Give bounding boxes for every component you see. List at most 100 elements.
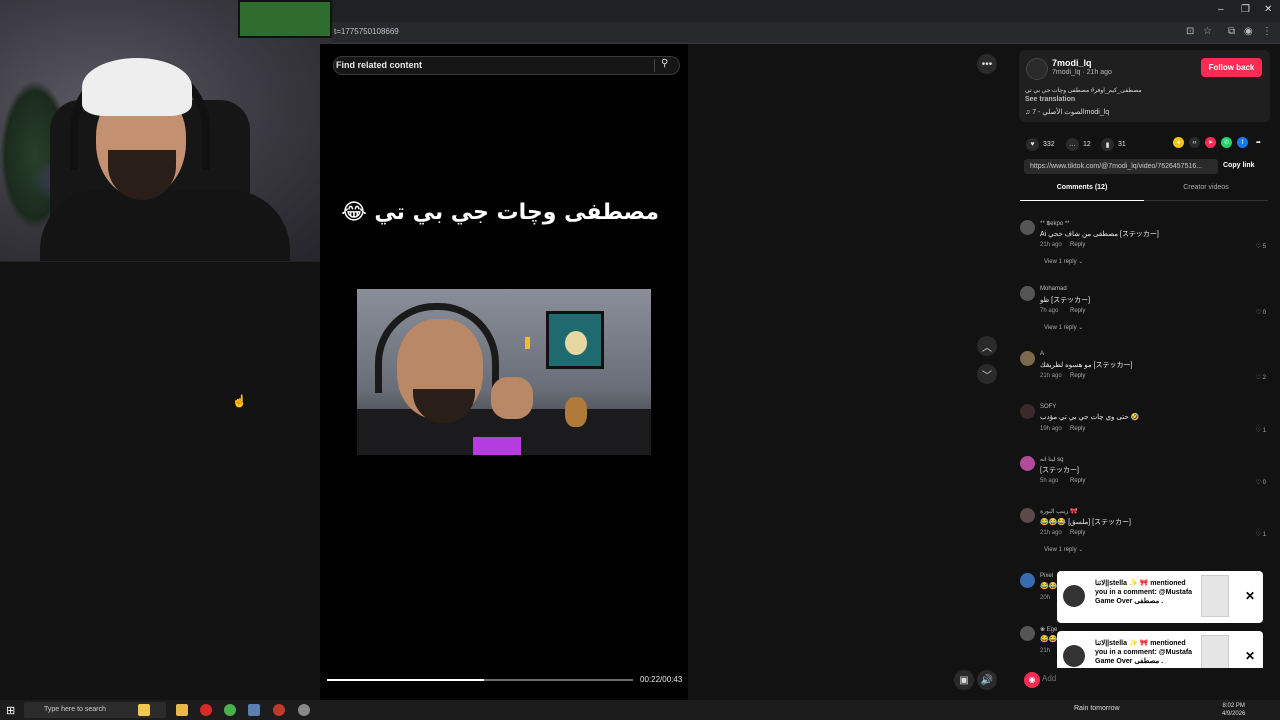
commenter-name[interactable]: SOFY [1040, 404, 1056, 410]
more-options-button[interactable]: ••• [977, 54, 997, 74]
comment-stat[interactable]: … 12 [1066, 138, 1091, 151]
minimize-button[interactable]: – [1218, 4, 1224, 15]
commenter-avatar[interactable] [1020, 351, 1035, 366]
commenter-name[interactable]: ❀ Ege [1040, 626, 1057, 633]
search-placeholder[interactable]: Find related content [336, 60, 422, 70]
comment-like-count: 0 [1262, 480, 1266, 486]
file-explorer-icon[interactable] [176, 704, 188, 716]
bookmark-star-icon[interactable]: ☆ [1203, 26, 1212, 37]
creator-name[interactable]: 7modi_lq [1052, 58, 1092, 68]
commenter-avatar[interactable] [1020, 573, 1035, 588]
like-count: 332 [1043, 141, 1055, 148]
pip-icon[interactable]: ▣ [954, 670, 974, 690]
menu-icon[interactable]: ⋮ [1262, 26, 1272, 37]
coin-icon[interactable]: ● [1173, 137, 1184, 148]
comment-like[interactable]: ♡ 1 [1256, 427, 1266, 434]
send-icon[interactable]: ➤ [1205, 137, 1216, 148]
chrome-icon[interactable] [224, 704, 236, 716]
comment-like[interactable]: ♡ 1 [1256, 531, 1266, 538]
close-icon[interactable]: ✕ [1245, 649, 1255, 663]
commenter-name[interactable]: Pixel [1040, 573, 1053, 579]
reply-button[interactable]: Reply [1070, 242, 1085, 248]
gamepad-icon[interactable]: ◉ [1024, 672, 1040, 688]
commenter-name[interactable]: زينب البورة 🎀 [1040, 508, 1078, 515]
app-icon[interactable] [248, 704, 260, 716]
comment-like[interactable]: ♡ 0 [1256, 309, 1266, 316]
comment-like[interactable]: ♡ 0 [1256, 479, 1266, 486]
heart-icon[interactable]: ♥ [1026, 138, 1039, 151]
see-translation-link[interactable]: See translation [1025, 96, 1075, 103]
taskbar-search-text[interactable]: Type here to search [44, 706, 106, 713]
comment-like[interactable]: ♡ 2 [1256, 374, 1266, 381]
install-icon[interactable]: ⊡ [1186, 26, 1194, 37]
share-arrow-icon[interactable]: ➦ [1253, 137, 1264, 148]
commenter-name[interactable]: A [1040, 351, 1044, 357]
copilot-icon[interactable] [138, 704, 150, 716]
comment-time: 20h [1040, 595, 1051, 601]
commenter-name[interactable]: لينا انه sq [1040, 456, 1064, 463]
comment-count: 12 [1083, 141, 1091, 148]
search-icon[interactable]: ⚲ [661, 58, 668, 69]
commenter-avatar[interactable] [1020, 404, 1035, 419]
tab-comments[interactable]: Comments (12) [1020, 184, 1144, 201]
bookmark-icon[interactable]: ▮ [1101, 138, 1114, 151]
facebook-icon[interactable]: f [1237, 137, 1248, 148]
share-link-field[interactable]: https://www.tiktok.com/@7modi_lq/video/7… [1024, 159, 1218, 174]
commenter-avatar[interactable] [1020, 626, 1035, 641]
view-replies-button[interactable]: View 1 reply ⌄ [1044, 324, 1083, 331]
view-replies-button[interactable]: View 1 reply ⌄ [1044, 546, 1083, 553]
media-player-icon[interactable] [298, 704, 310, 716]
url-text[interactable]: t=1775750108669 [334, 27, 399, 36]
like-stat[interactable]: ♥ 332 [1026, 138, 1055, 151]
obs-icon[interactable] [273, 704, 285, 716]
reply-button[interactable]: Reply [1070, 426, 1085, 432]
commenter-name[interactable]: Mohamad [1040, 286, 1067, 292]
skull-image [565, 331, 587, 355]
commenter-avatar[interactable] [1020, 286, 1035, 301]
commenter-name[interactable]: ** ฿ekpo ** [1040, 220, 1070, 227]
creator-card: 7modi_lq 7modi_lq · 21h ago Follow back … [1019, 50, 1270, 122]
next-video-button[interactable]: ﹀ [977, 364, 997, 384]
comment-input[interactable] [1042, 674, 1082, 683]
comment-time: 21h ago [1040, 242, 1062, 248]
comment-bubble-icon[interactable]: … [1066, 138, 1079, 151]
volume-icon[interactable]: 🔊 [977, 670, 997, 690]
commenter-avatar[interactable] [1020, 220, 1035, 235]
extensions-icon[interactable]: ⧉ [1228, 26, 1235, 37]
close-window-button[interactable]: ✕ [1264, 4, 1272, 15]
restore-button[interactable]: ❐ [1241, 4, 1250, 15]
mention-notification[interactable]: لاتنا||stella ✨ 🎀 mentioned you in a com… [1057, 571, 1263, 623]
comment-time: 5h ago [1040, 478, 1059, 484]
reply-button[interactable]: Reply [1070, 373, 1085, 379]
comment-text: مو هسوه لطريقك [ステッカー] [1040, 362, 1133, 369]
close-icon[interactable]: ✕ [1245, 589, 1255, 603]
progress-fill[interactable] [327, 679, 484, 681]
save-count: 31 [1118, 141, 1126, 148]
profile-icon[interactable]: ◉ [1244, 26, 1253, 37]
weather-widget[interactable]: Rain tomorrow [1074, 705, 1120, 712]
music-line[interactable]: ♫ الصوت الأصلي - 7modi_lq [1025, 108, 1109, 116]
taskbar-clock[interactable]: 8:02 PM 4/9/2026 [1222, 702, 1245, 718]
tab-creator-videos[interactable]: Creator videos [1144, 184, 1268, 201]
commenter-avatar[interactable] [1020, 508, 1035, 523]
comment-input-row: ◉ [1020, 668, 1280, 692]
previous-video-button[interactable]: ︿ [977, 336, 997, 356]
address-bar[interactable]: t=1775750108669 ⊡ ☆ ⧉ ◉ ⋮ [332, 22, 1280, 44]
comment-like[interactable]: ♡ 5 [1256, 243, 1266, 250]
whatsapp-icon[interactable]: ✆ [1221, 137, 1232, 148]
reply-button[interactable]: Reply [1070, 308, 1085, 314]
comment-like-count: 0 [1262, 310, 1266, 316]
creator-avatar[interactable] [1026, 58, 1048, 80]
copy-link-button[interactable]: Copy link [1223, 162, 1255, 169]
reply-button[interactable]: Reply [1070, 530, 1085, 536]
related-search-bar[interactable]: Find related content ⚲ [333, 56, 680, 75]
commenter-avatar[interactable] [1020, 456, 1035, 471]
embed-icon[interactable]: ‹› [1189, 137, 1200, 148]
opera-icon[interactable] [200, 704, 212, 716]
reply-button[interactable]: Reply [1070, 478, 1085, 484]
windows-start-icon[interactable]: ⊞ [6, 704, 15, 717]
view-replies-button[interactable]: View 1 reply ⌄ [1044, 258, 1083, 265]
video-hand [491, 377, 533, 419]
save-stat[interactable]: ▮ 31 [1101, 138, 1126, 151]
follow-back-button[interactable]: Follow back [1201, 58, 1262, 77]
